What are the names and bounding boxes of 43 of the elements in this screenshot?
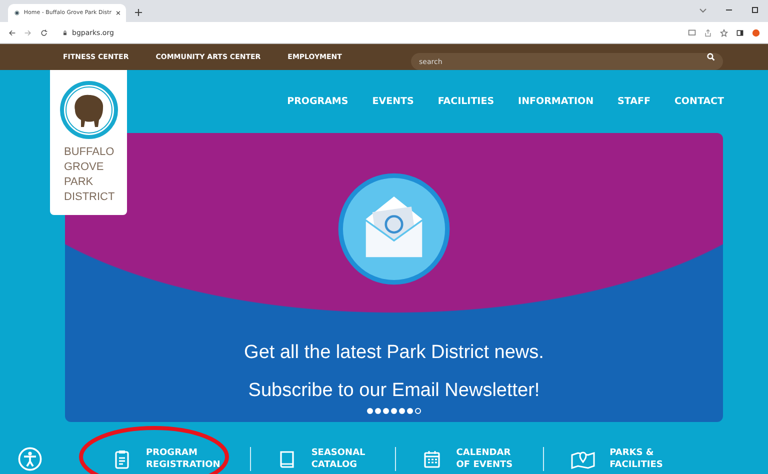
logo-text: GROVE bbox=[64, 160, 105, 175]
bison-logo-icon bbox=[58, 80, 118, 140]
carousel-dot[interactable] bbox=[367, 408, 373, 414]
logo-text: DISTRICT bbox=[64, 190, 115, 205]
maximize-icon[interactable] bbox=[751, 6, 759, 14]
envelope-icon bbox=[336, 170, 452, 287]
main-nav-link[interactable]: PROGRAMS bbox=[287, 96, 348, 107]
quick-link[interactable]: CALENDAR OF EVENTS bbox=[422, 447, 513, 472]
star-icon[interactable] bbox=[720, 28, 728, 36]
calendar-icon bbox=[422, 449, 442, 470]
logo-card[interactable]: BUFFALO GROVE PARK DISTRICT bbox=[50, 70, 127, 215]
logo-text: PARK bbox=[64, 175, 94, 190]
quick-link[interactable]: PARKS & FACILITIES bbox=[570, 447, 663, 472]
map-pin-icon bbox=[570, 449, 596, 470]
back-arrow-icon[interactable] bbox=[8, 28, 16, 36]
main-nav-link[interactable]: CONTACT bbox=[674, 96, 724, 107]
lock-icon bbox=[62, 30, 68, 36]
banner-headline: Get all the latest Park District news. bbox=[244, 342, 544, 364]
main-nav-link[interactable]: STAFF bbox=[618, 96, 650, 107]
new-tab-icon[interactable] bbox=[135, 9, 142, 16]
main-nav-link[interactable]: INFORMATION bbox=[518, 96, 594, 107]
carousel-dot[interactable] bbox=[375, 408, 381, 414]
main-nav-link[interactable]: EVENTS bbox=[372, 96, 414, 107]
carousel-dot[interactable] bbox=[407, 408, 413, 414]
close-icon[interactable] bbox=[116, 10, 120, 16]
accessibility-icon[interactable] bbox=[18, 447, 42, 472]
quick-link[interactable]: SEASONAL CATALOG bbox=[277, 447, 366, 472]
clipboard-icon bbox=[112, 449, 132, 470]
globe-icon bbox=[14, 9, 20, 17]
chevron-down-icon[interactable] bbox=[699, 6, 707, 14]
carousel-dot[interactable] bbox=[415, 408, 421, 414]
carousel-dot[interactable] bbox=[391, 408, 397, 414]
carousel-dot[interactable] bbox=[399, 408, 405, 414]
reload-icon[interactable] bbox=[40, 28, 48, 36]
banner-headline: Subscribe to our Email Newsletter! bbox=[248, 380, 540, 402]
share-icon[interactable] bbox=[704, 28, 712, 36]
search-icon[interactable] bbox=[707, 53, 715, 61]
main-nav-link[interactable]: FACILITIES bbox=[438, 96, 494, 107]
carousel-dot[interactable] bbox=[383, 408, 389, 414]
side-panel-icon[interactable] bbox=[736, 28, 744, 36]
install-icon[interactable] bbox=[688, 28, 696, 36]
logo-text: BUFFALO bbox=[64, 145, 115, 160]
profile-avatar-icon[interactable] bbox=[752, 28, 760, 36]
